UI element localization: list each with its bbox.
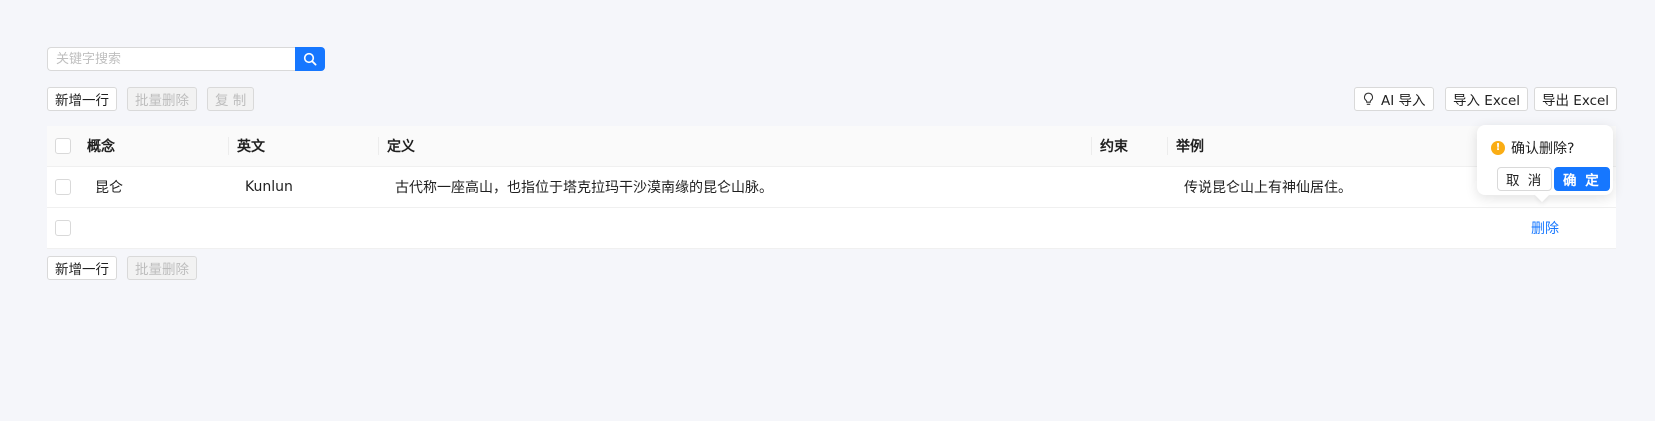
copy-button[interactable]: 复 制	[207, 87, 255, 111]
confirm-button[interactable]: 确 定	[1554, 167, 1610, 191]
batch-delete-button[interactable]: 批量删除	[127, 87, 197, 111]
ai-import-button[interactable]: AI 导入	[1354, 87, 1434, 111]
search-icon	[303, 52, 317, 66]
search-bar	[47, 47, 325, 71]
ai-import-label: AI 导入	[1381, 93, 1426, 109]
cancel-button[interactable]: 取 消	[1497, 167, 1553, 191]
add-row-button-bottom[interactable]: 新增一行	[47, 256, 117, 280]
cell-concept[interactable]: 昆仑	[95, 167, 123, 207]
delete-confirm-popover: ! 确认删除? 取 消 确 定	[1477, 125, 1613, 203]
table-header: 概念 英文 定义 约束 举例	[47, 126, 1616, 167]
table-row: 删除	[47, 208, 1616, 249]
column-header-concept: 概念	[87, 139, 115, 155]
row-checkbox[interactable]	[55, 179, 71, 195]
batch-delete-button-bottom[interactable]: 批量删除	[127, 256, 197, 280]
data-table: 概念 英文 定义 约束 举例 昆仑 Kunlun 古代称一座高山，也指位于塔克拉…	[47, 126, 1616, 249]
column-header-definition: 定义	[387, 139, 415, 155]
cell-definition[interactable]: 古代称一座高山，也指位于塔克拉玛干沙漠南缘的昆仑山脉。	[395, 167, 773, 207]
lightbulb-icon	[1363, 92, 1374, 105]
cell-example[interactable]: 传说昆仑山上有神仙居住。	[1184, 167, 1352, 207]
import-excel-button[interactable]: 导入 Excel	[1445, 87, 1529, 111]
delete-row-link[interactable]: 删除	[1531, 208, 1559, 248]
popover-title: ! 确认删除?	[1491, 138, 1574, 158]
export-excel-button[interactable]: 导出 Excel	[1534, 87, 1618, 111]
select-all-checkbox[interactable]	[55, 138, 71, 154]
column-header-constraint: 约束	[1100, 139, 1128, 155]
column-header-example: 举例	[1176, 139, 1204, 155]
table-row: 昆仑 Kunlun 古代称一座高山，也指位于塔克拉玛干沙漠南缘的昆仑山脉。 传说…	[47, 167, 1616, 208]
search-button[interactable]	[295, 47, 325, 71]
exclamation-circle-icon: !	[1491, 141, 1505, 155]
cell-english[interactable]: Kunlun	[245, 167, 293, 207]
popover-title-text: 确认删除?	[1511, 141, 1575, 157]
column-header-english: 英文	[237, 139, 265, 155]
row-checkbox[interactable]	[55, 220, 71, 236]
search-input[interactable]	[47, 47, 295, 71]
add-row-button[interactable]: 新增一行	[47, 87, 117, 111]
